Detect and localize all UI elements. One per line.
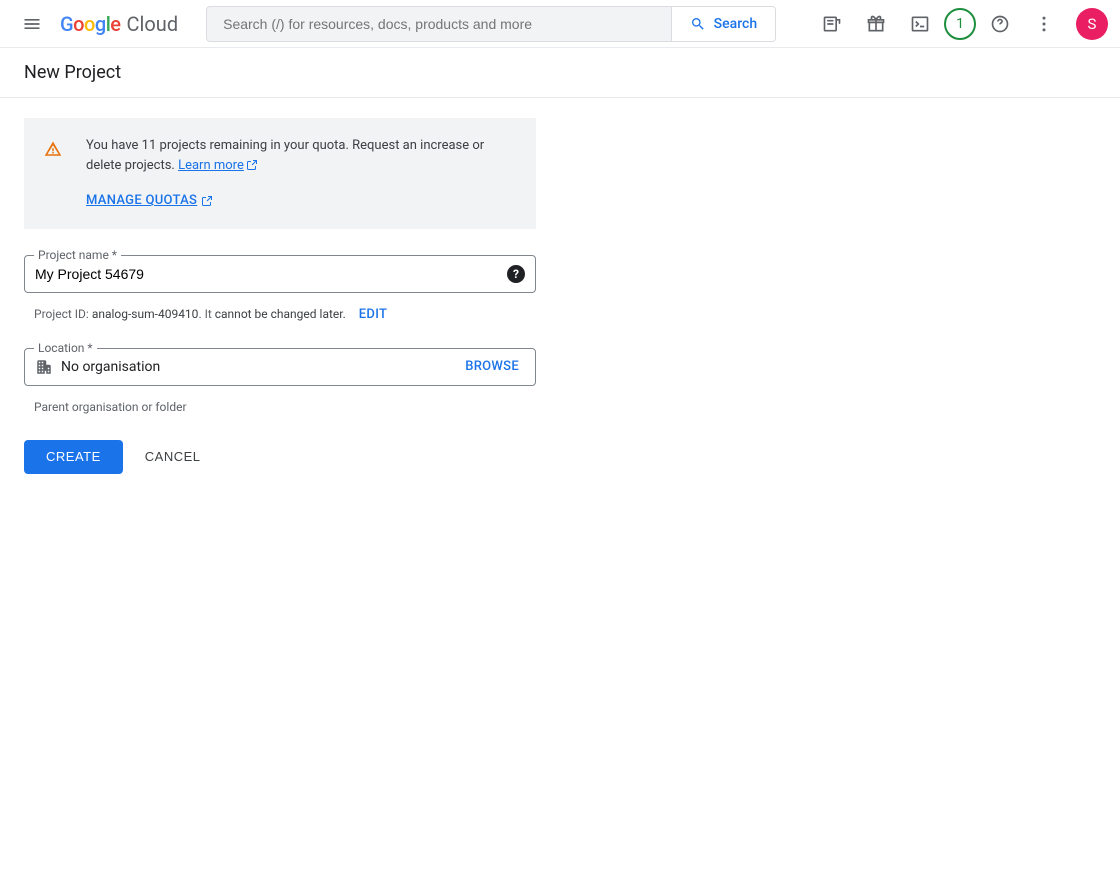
edit-project-id-link[interactable]: EDIT (359, 307, 387, 322)
search-icon (690, 16, 706, 32)
location-value: No organisation (61, 359, 451, 375)
form-actions: CREATE CANCEL (24, 440, 536, 474)
project-id-hint: Project ID: analog-sum-409410. It cannot… (24, 301, 536, 322)
page-title: New Project (24, 62, 1096, 83)
location-label: Location * (34, 341, 97, 355)
google-cloud-logo[interactable]: Google Cloud (60, 12, 178, 36)
notifications-count: 1 (956, 16, 964, 32)
alert-count: 11 (142, 138, 157, 153)
quota-alert: You have 11 projects remaining in your q… (24, 118, 536, 229)
topbar-right: 1 S (812, 4, 1108, 44)
learn-more-link[interactable]: Learn more (178, 158, 258, 173)
create-button[interactable]: CREATE (24, 440, 123, 474)
account-avatar[interactable]: S (1076, 8, 1108, 40)
search-box: Search (206, 6, 776, 42)
help-icon[interactable] (980, 4, 1020, 44)
location-hint: Parent organisation or folder (24, 394, 536, 414)
alert-text-prefix: You have (86, 138, 142, 153)
cloud-shell-icon[interactable] (900, 4, 940, 44)
more-vert-icon[interactable] (1024, 4, 1064, 44)
open-in-new-icon (246, 159, 258, 171)
top-bar: Google Cloud Search 1 S (0, 0, 1120, 48)
cancel-button[interactable]: CANCEL (145, 449, 201, 464)
open-in-new-icon (201, 195, 213, 207)
browse-location-button[interactable]: BROWSE (459, 359, 525, 374)
search-input[interactable] (207, 7, 671, 41)
assistant-icon[interactable] (812, 4, 852, 44)
avatar-initial: S (1088, 15, 1097, 33)
alert-body: You have 11 projects remaining in your q… (86, 136, 516, 211)
search-button[interactable]: Search (671, 7, 775, 41)
logo-google-text: Google (60, 12, 121, 36)
project-name-field: Project name * ? (24, 255, 536, 293)
hamburger-menu-icon[interactable] (12, 4, 52, 44)
gift-icon[interactable] (856, 4, 896, 44)
location-field: Location * No organisation BROWSE (24, 348, 536, 386)
field-help-icon[interactable]: ? (507, 265, 525, 283)
warning-icon (44, 140, 62, 211)
page-heading: New Project (0, 48, 1120, 98)
logo-cloud-text: Cloud (127, 12, 179, 36)
organization-icon (35, 358, 53, 376)
project-name-label: Project name * (34, 248, 121, 262)
form-content: You have 11 projects remaining in your q… (0, 98, 560, 494)
notifications-badge[interactable]: 1 (944, 8, 976, 40)
manage-quotas-link[interactable]: MANAGE QUOTAS (86, 191, 213, 211)
project-id-value: analog-sum-409410 (92, 307, 199, 321)
search-button-label: Search (714, 16, 757, 32)
project-name-input[interactable] (35, 266, 499, 282)
